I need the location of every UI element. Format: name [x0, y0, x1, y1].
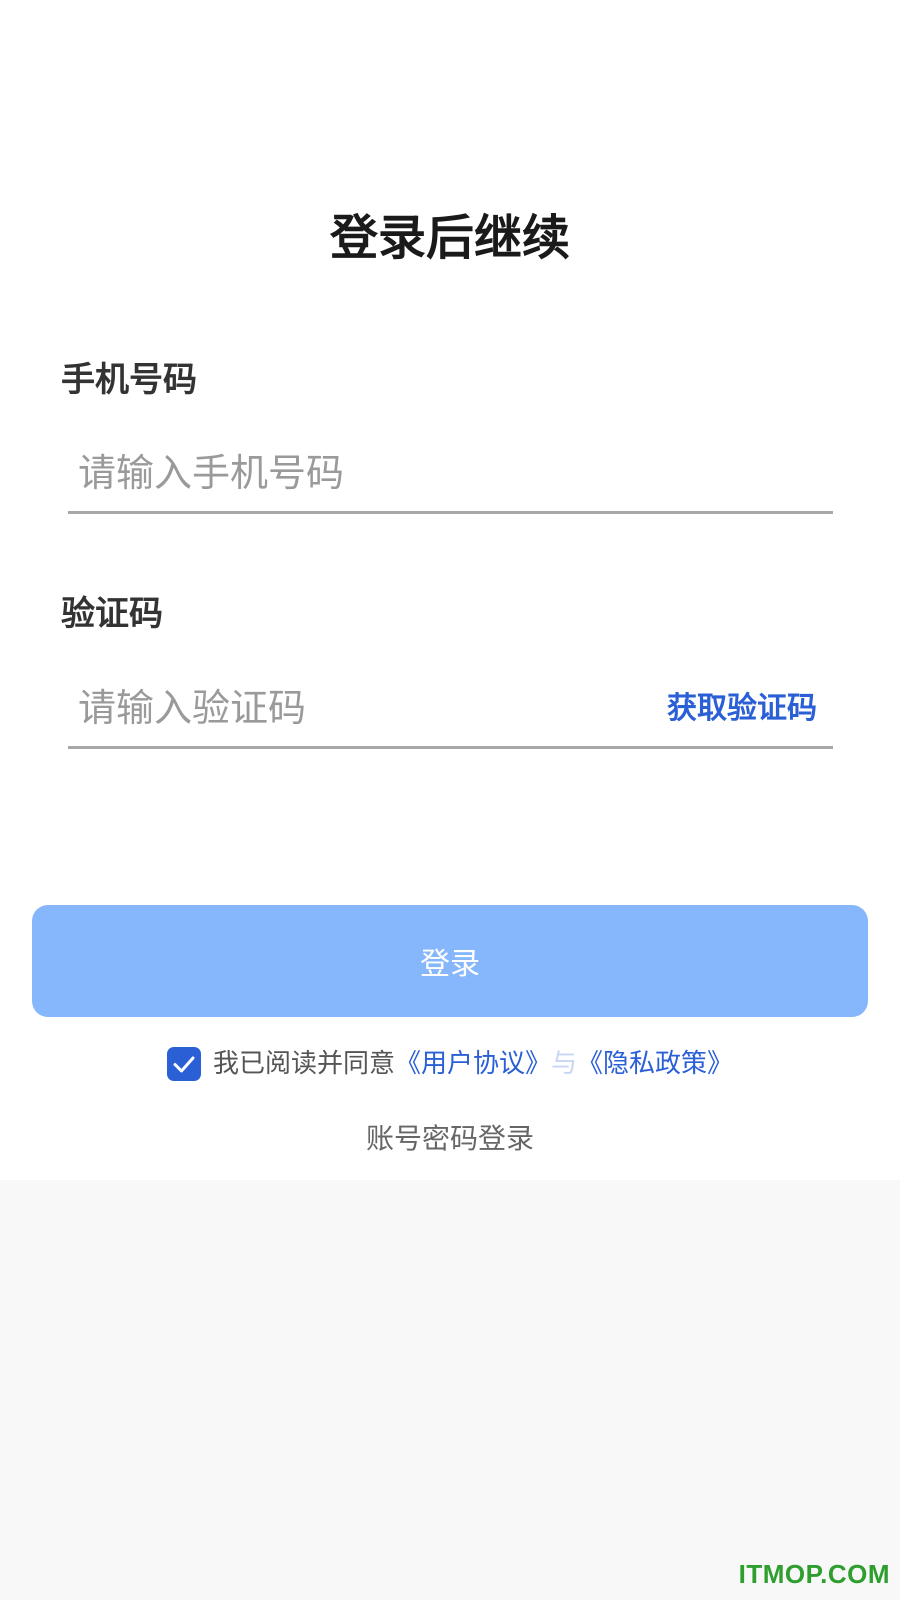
get-code-button[interactable]: 获取验证码: [667, 687, 817, 731]
code-label: 验证码: [61, 594, 163, 634]
page-title: 登录后继续: [329, 210, 570, 266]
agreement-row: 我已阅读并同意 《用户协议》 与 《隐私政策》: [0, 1044, 900, 1084]
login-screen: 登录后继续 手机号码 验证码 获取验证码 登录 我已阅读并同意 《用户协议》 与…: [0, 0, 900, 1600]
login-button[interactable]: 登录: [32, 905, 868, 1017]
password-login-link[interactable]: 账号密码登录: [0, 1119, 900, 1159]
verification-code-input[interactable]: [78, 673, 638, 743]
site-watermark: ITMOP.COM: [738, 1559, 890, 1589]
checkmark-icon: [173, 1056, 195, 1073]
phone-input-row: [68, 438, 833, 514]
login-card: 登录后继续 手机号码 验证码 获取验证码 登录 我已阅读并同意 《用户协议》 与…: [0, 0, 900, 1180]
user-agreement-link[interactable]: 《用户协议》: [395, 1044, 551, 1084]
agreement-conjunction: 与: [551, 1049, 578, 1079]
agreement-prefix: 我已阅读并同意: [212, 1049, 395, 1079]
privacy-policy-link[interactable]: 《隐私政策》: [577, 1044, 733, 1084]
phone-label: 手机号码: [61, 360, 197, 400]
code-input-row: 获取验证码: [68, 673, 833, 749]
agreement-checkbox[interactable]: [166, 1047, 201, 1081]
phone-input[interactable]: [78, 438, 823, 508]
